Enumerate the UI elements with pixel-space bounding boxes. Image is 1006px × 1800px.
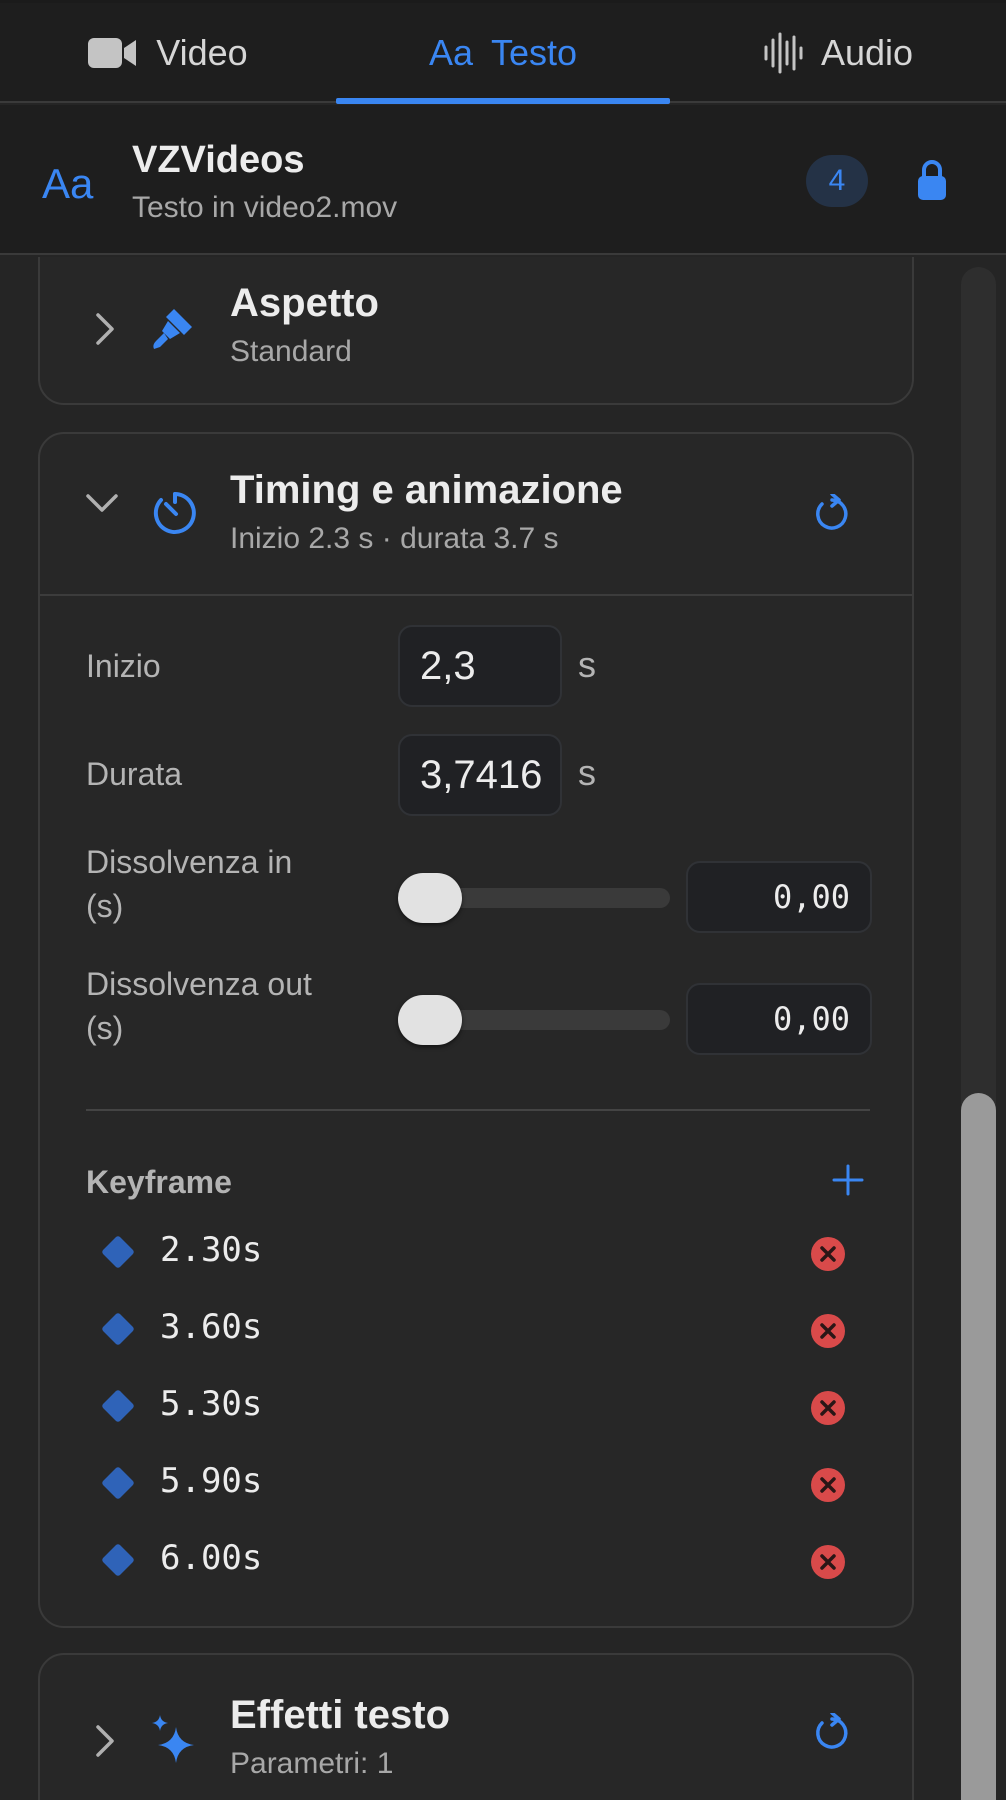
fade-out-slider-thumb[interactable] — [398, 995, 462, 1045]
keyframe-diamond-icon — [101, 1389, 135, 1423]
tab-video[interactable]: Video — [0, 3, 336, 103]
reset-icon[interactable] — [812, 492, 852, 539]
section-timing: Timing e animazione Inizio 2.3 s · durat… — [38, 432, 914, 1628]
add-keyframe-icon[interactable] — [832, 1164, 864, 1201]
keyframe-time: 3.60s — [160, 1307, 263, 1347]
inizio-label: Inizio — [86, 648, 161, 684]
keyframe-row[interactable]: 2.30s — [40, 1224, 912, 1284]
durata-field[interactable]: 3,7416 — [398, 734, 562, 816]
keyframes-title: Keyframe — [86, 1164, 232, 1200]
fade-in-label: Dissolvenza in (s) — [86, 840, 292, 928]
count-badge[interactable]: 4 — [806, 155, 868, 207]
active-tab-indicator — [336, 98, 670, 104]
keyframe-row[interactable]: 5.90s — [40, 1455, 912, 1515]
delete-keyframe-icon[interactable] — [810, 1467, 846, 1508]
keyframes-divider — [86, 1109, 870, 1111]
video-camera-icon — [88, 36, 138, 70]
timer-icon — [152, 490, 198, 541]
section-timing-divider — [40, 594, 912, 596]
inizio-unit: s — [578, 644, 596, 685]
section-aspetto-title: Aspetto — [230, 281, 379, 325]
section-effetti-subtitle: Parametri: 1 — [230, 1747, 394, 1780]
section-timing-header[interactable]: Timing e animazione Inizio 2.3 s · durat… — [40, 434, 912, 596]
chevron-down-icon — [84, 492, 120, 521]
section-effetti: Effetti testo Parametri: 1 — [38, 1653, 914, 1800]
fade-in-slider-thumb[interactable] — [398, 873, 462, 923]
tab-testo-label: Testo — [491, 32, 578, 73]
delete-keyframe-icon[interactable] — [810, 1390, 846, 1431]
section-effetti-header[interactable]: Effetti testo Parametri: 1 — [40, 1655, 912, 1800]
paintbrush-icon — [148, 303, 198, 358]
inizio-field[interactable]: 2,3 — [398, 625, 562, 707]
section-timing-title: Timing e animazione — [230, 468, 623, 512]
reset-icon[interactable] — [812, 1711, 852, 1758]
delete-keyframe-icon[interactable] — [810, 1313, 846, 1354]
section-effetti-title: Effetti testo — [230, 1693, 450, 1737]
fade-in-label-line1: Dissolvenza in — [86, 844, 293, 880]
tab-audio[interactable]: Audio — [670, 3, 1006, 103]
section-aspetto-subtitle: Standard — [230, 335, 352, 368]
chevron-right-icon — [94, 1723, 116, 1764]
section-timing-subtitle: Inizio 2.3 s · durata 3.7 s — [230, 522, 559, 555]
tab-audio-label: Audio — [820, 32, 914, 73]
keyframe-diamond-icon — [101, 1466, 135, 1500]
keyframe-row[interactable]: 3.60s — [40, 1301, 912, 1361]
durata-label: Durata — [86, 756, 183, 792]
keyframe-time: 5.90s — [160, 1461, 263, 1501]
keyframe-row[interactable]: 6.00s — [40, 1532, 912, 1592]
text-layer-header: Aa VZVideos Testo in video2.mov 4 — [0, 105, 1006, 255]
keyframe-diamond-icon — [101, 1543, 135, 1577]
fade-in-label-line2: (s) — [86, 888, 124, 924]
layer-title: VZVideos — [132, 139, 305, 181]
section-aspetto: Aspetto Standard — [38, 257, 914, 405]
section-aspetto-header[interactable]: Aspetto Standard — [40, 257, 912, 407]
fade-out-label-line2: (s) — [86, 1010, 124, 1046]
delete-keyframe-icon[interactable] — [810, 1236, 846, 1277]
text-aa-icon: Aa — [42, 160, 94, 207]
waveform-icon — [763, 32, 803, 74]
keyframe-diamond-icon — [101, 1235, 135, 1269]
sparkles-icon — [152, 1713, 196, 1768]
scrollbar-thumb[interactable] — [961, 1093, 996, 1800]
delete-keyframe-icon[interactable] — [810, 1544, 846, 1585]
tab-video-label: Video — [156, 32, 248, 73]
fade-in-field[interactable]: 0,00 — [686, 861, 872, 933]
durata-unit: s — [578, 752, 596, 793]
keyframe-diamond-icon — [101, 1312, 135, 1346]
keyframe-time: 6.00s — [160, 1538, 263, 1578]
keyframe-row[interactable]: 5.30s — [40, 1378, 912, 1438]
chevron-right-icon — [94, 311, 116, 352]
fade-out-label: Dissolvenza out (s) — [86, 962, 312, 1050]
keyframe-time: 5.30s — [160, 1384, 263, 1424]
fade-out-field[interactable]: 0,00 — [686, 983, 872, 1055]
keyframe-time: 2.30s — [160, 1230, 263, 1270]
tab-testo[interactable]: Aa Testo — [336, 3, 670, 103]
layer-subtitle: Testo in video2.mov — [132, 191, 398, 224]
fade-out-label-line1: Dissolvenza out — [86, 966, 312, 1002]
inspector-scroll-area[interactable]: Aspetto Standard Timing e animazione Ini… — [0, 257, 1006, 1800]
lock-icon[interactable] — [917, 159, 947, 206]
text-aa-icon: Aa — [428, 32, 473, 73]
tab-bar: Video Aa Testo Audio — [0, 3, 1006, 104]
